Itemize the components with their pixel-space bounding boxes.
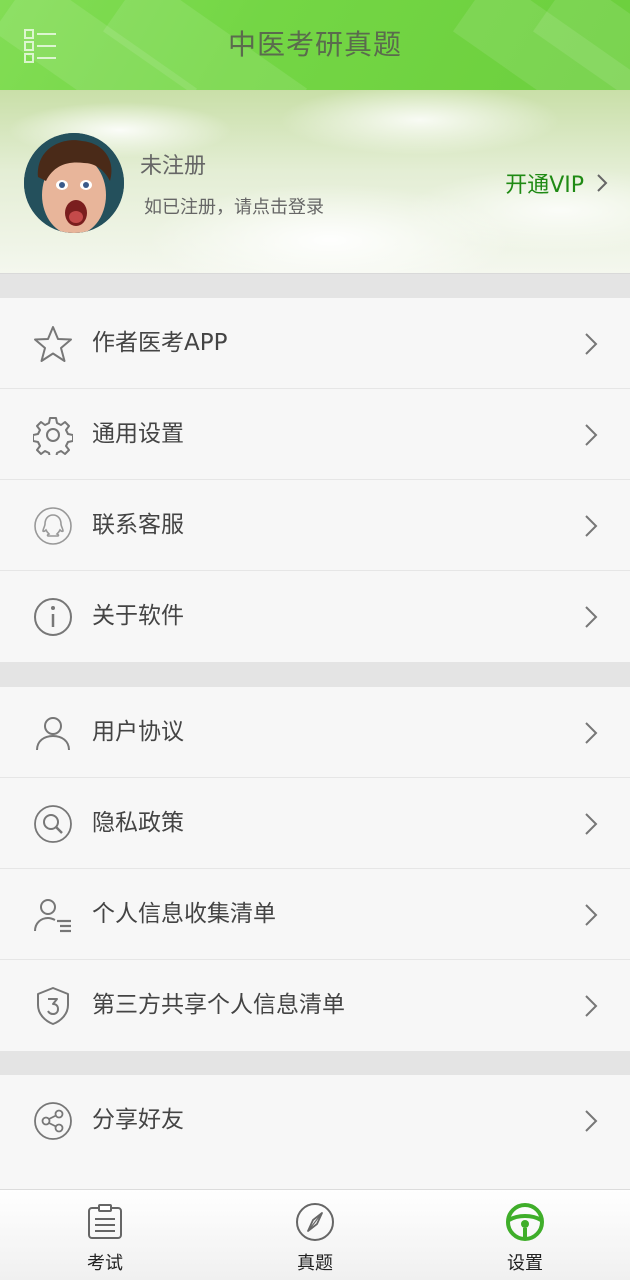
- app-bar: 中医考研真题: [0, 0, 630, 90]
- chevron-right-icon: [585, 515, 598, 537]
- page-title: 中医考研真题: [227, 28, 402, 61]
- qq-chat-icon: [34, 507, 72, 545]
- vip-label: 开通VIP: [505, 173, 584, 198]
- row-author-apps[interactable]: 作者医考APP: [0, 298, 630, 389]
- tab-label: 真题: [297, 1253, 333, 1274]
- tab-settings[interactable]: 设置: [420, 1190, 630, 1280]
- magnifier-icon: [34, 805, 72, 843]
- tab-label: 考试: [87, 1253, 123, 1274]
- profile-header[interactable]: 未注册 如已注册，请点击登录 开通VIP: [0, 90, 630, 274]
- tab-label: 设置: [507, 1253, 543, 1274]
- row-label: 隐私政策: [92, 810, 184, 836]
- shield-three-icon: [37, 987, 69, 1025]
- row-label: 联系客服: [92, 512, 184, 538]
- chevron-right-icon: [585, 722, 598, 744]
- login-hint[interactable]: 如已注册，请点击登录: [144, 193, 324, 219]
- row-label: 第三方共享个人信息清单: [92, 992, 345, 1018]
- compass-icon: [296, 1203, 334, 1241]
- chevron-right-icon: [585, 813, 598, 835]
- star-icon: [34, 326, 72, 362]
- row-privacy-policy[interactable]: 隐私政策: [0, 778, 630, 869]
- gear-icon: [33, 417, 73, 455]
- info-icon: [34, 598, 72, 636]
- row-share-friends[interactable]: 分享好友: [0, 1075, 630, 1166]
- chevron-right-icon: [585, 995, 598, 1017]
- row-general-settings[interactable]: 通用设置: [0, 389, 630, 480]
- row-contact-support[interactable]: 联系客服: [0, 480, 630, 571]
- settings-group-1: 作者医考APP 通用设置 联系客服 关于软件: [0, 298, 630, 662]
- settings-group-3: 分享好友: [0, 1075, 630, 1189]
- row-label: 分享好友: [92, 1107, 184, 1133]
- row-user-agreement[interactable]: 用户协议: [0, 687, 630, 778]
- chevron-right-icon: [597, 174, 608, 192]
- chevron-right-icon: [585, 333, 598, 355]
- chevron-right-icon: [585, 606, 598, 628]
- row-label: 通用设置: [92, 421, 184, 447]
- user-icon: [36, 717, 70, 751]
- row-personal-info-collection[interactable]: 个人信息收集清单: [0, 869, 630, 960]
- clipboard-icon: [88, 1204, 122, 1239]
- user-name[interactable]: 未注册: [140, 148, 206, 180]
- share-icon: [34, 1102, 72, 1140]
- tab-past-papers[interactable]: 真题: [210, 1190, 420, 1280]
- open-vip-button[interactable]: 开通VIP: [505, 168, 608, 198]
- settings-group-2: 用户协议 隐私政策 个人信息收集清单 第三方共享个人信息清单: [0, 687, 630, 1051]
- chevron-right-icon: [585, 904, 598, 926]
- chevron-right-icon: [585, 1110, 598, 1132]
- row-about-software[interactable]: 关于软件: [0, 571, 630, 662]
- tab-exam[interactable]: 考试: [0, 1190, 210, 1280]
- bottom-tab-bar: 考试 真题 设置: [0, 1189, 630, 1280]
- row-label: 关于软件: [92, 603, 184, 629]
- avatar-image: [24, 133, 124, 233]
- row-label: 个人信息收集清单: [92, 901, 276, 927]
- row-label: 用户协议: [92, 719, 184, 745]
- row-third-party-sharing[interactable]: 第三方共享个人信息清单: [0, 960, 630, 1051]
- steering-wheel-icon: [506, 1203, 544, 1241]
- row-label: 作者医考APP: [92, 330, 228, 356]
- chevron-right-icon: [585, 424, 598, 446]
- avatar[interactable]: [24, 133, 124, 233]
- user-list-icon: [34, 899, 71, 933]
